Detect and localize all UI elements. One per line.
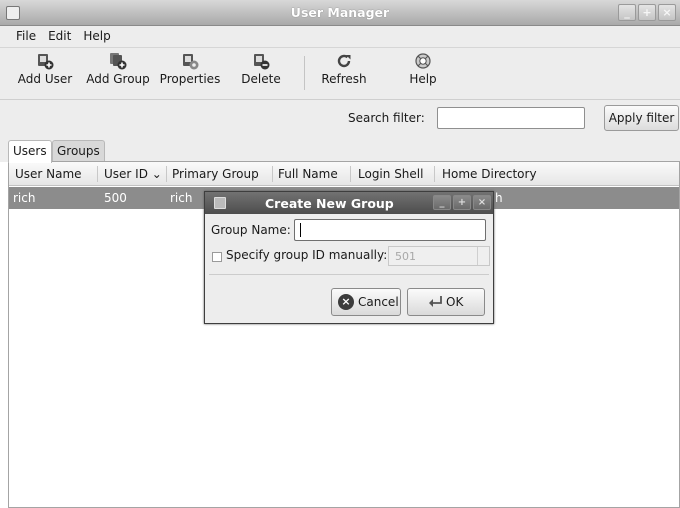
add-user-icon [38, 54, 54, 70]
dialog-window-controls: _ + × [433, 195, 491, 210]
add-group-button[interactable]: Add Group [86, 52, 150, 96]
dialog-separator [209, 274, 489, 275]
create-group-dialog: Create New Group _ + × Group Name: Speci… [204, 191, 494, 324]
ok-return-icon [429, 296, 442, 307]
menu-file-label: File [16, 29, 37, 43]
search-filter-label: Search filter: [348, 111, 425, 125]
properties-label: Properties [159, 72, 221, 86]
close-button[interactable]: × [658, 4, 676, 21]
tab-groups[interactable]: Groups [52, 140, 105, 162]
menu-edit[interactable]: Edit [42, 26, 77, 47]
dialog-close-button[interactable]: × [473, 195, 491, 210]
delete-label: Delete [241, 72, 281, 86]
menu-help[interactable]: Help [77, 26, 116, 47]
column-separator [166, 166, 167, 182]
search-row: Search filter: Apply filter [0, 100, 680, 136]
refresh-label: Refresh [321, 72, 367, 86]
menu-help-label: Help [83, 29, 111, 43]
column-separator [434, 166, 435, 182]
specify-gid-label[interactable]: Specify group ID manually: [226, 248, 387, 262]
window-title: User Manager [290, 5, 390, 20]
gid-value: 501 [395, 250, 416, 263]
specify-gid-checkbox[interactable] [212, 252, 222, 262]
menubar: File Edit Help [0, 26, 680, 48]
column-user-name[interactable]: User Name [15, 167, 82, 181]
search-filter-input[interactable] [437, 107, 585, 129]
tab-users[interactable]: Users [8, 140, 52, 163]
column-separator [97, 166, 98, 182]
cancel-button[interactable]: × Cancel [331, 288, 401, 316]
table-header: User Name User ID ⌄ Primary Group Full N… [9, 162, 679, 186]
refresh-button[interactable]: Refresh [318, 52, 370, 96]
add-group-label: Add Group [86, 72, 150, 86]
group-name-label: Group Name: [211, 223, 291, 237]
cell-home-directory: h [495, 191, 503, 205]
group-name-input[interactable] [294, 219, 486, 241]
dialog-app-icon [214, 197, 226, 209]
cell-user-id: 500 [104, 191, 127, 205]
text-caret [300, 223, 301, 237]
cell-primary-group: rich [170, 191, 193, 205]
menu-edit-label: Edit [48, 29, 72, 43]
column-primary-group[interactable]: Primary Group [172, 167, 259, 181]
add-group-icon [110, 53, 127, 70]
window-titlebar: User Manager _ + × [0, 0, 680, 26]
spin-arrows-icon [477, 247, 489, 265]
cancel-icon: × [338, 294, 354, 310]
dialog-titlebar: Create New Group _ + × [205, 192, 493, 214]
column-full-name[interactable]: Full Name [278, 167, 338, 181]
dialog-maximize-button[interactable]: + [453, 195, 471, 210]
ok-button[interactable]: OK [407, 288, 485, 316]
column-user-id[interactable]: User ID ⌄ [104, 167, 162, 181]
column-separator [272, 166, 273, 182]
properties-icon [183, 54, 199, 70]
column-separator [350, 166, 351, 182]
help-button[interactable]: Help [406, 52, 440, 96]
column-home-directory[interactable]: Home Directory [442, 167, 537, 181]
refresh-icon [337, 54, 351, 68]
window-controls: _ + × [618, 4, 676, 21]
ok-label: OK [446, 295, 464, 309]
column-login-shell[interactable]: Login Shell [358, 167, 423, 181]
dialog-title: Create New Group [265, 196, 394, 211]
tab-bar: Users Groups [0, 136, 680, 163]
gid-spinbutton: 501 [388, 246, 490, 266]
cell-user-name: rich [13, 191, 36, 205]
apply-filter-button[interactable]: Apply filter [604, 105, 679, 131]
maximize-button[interactable]: + [638, 4, 656, 21]
help-lifebuoy-icon [415, 53, 431, 69]
add-user-label: Add User [17, 72, 73, 86]
help-label: Help [409, 72, 437, 86]
toolbar: Add User Add Group Properties Delete Ref… [0, 48, 680, 100]
delete-icon [254, 54, 270, 70]
properties-button[interactable]: Properties [157, 52, 223, 96]
dialog-minimize-button[interactable]: _ [433, 195, 451, 210]
add-user-button[interactable]: Add User [14, 52, 76, 96]
toolbar-separator [304, 56, 305, 90]
menu-file[interactable]: File [10, 26, 42, 47]
minimize-button[interactable]: _ [618, 4, 636, 21]
cancel-label: Cancel [358, 295, 399, 309]
delete-button[interactable]: Delete [238, 52, 284, 96]
